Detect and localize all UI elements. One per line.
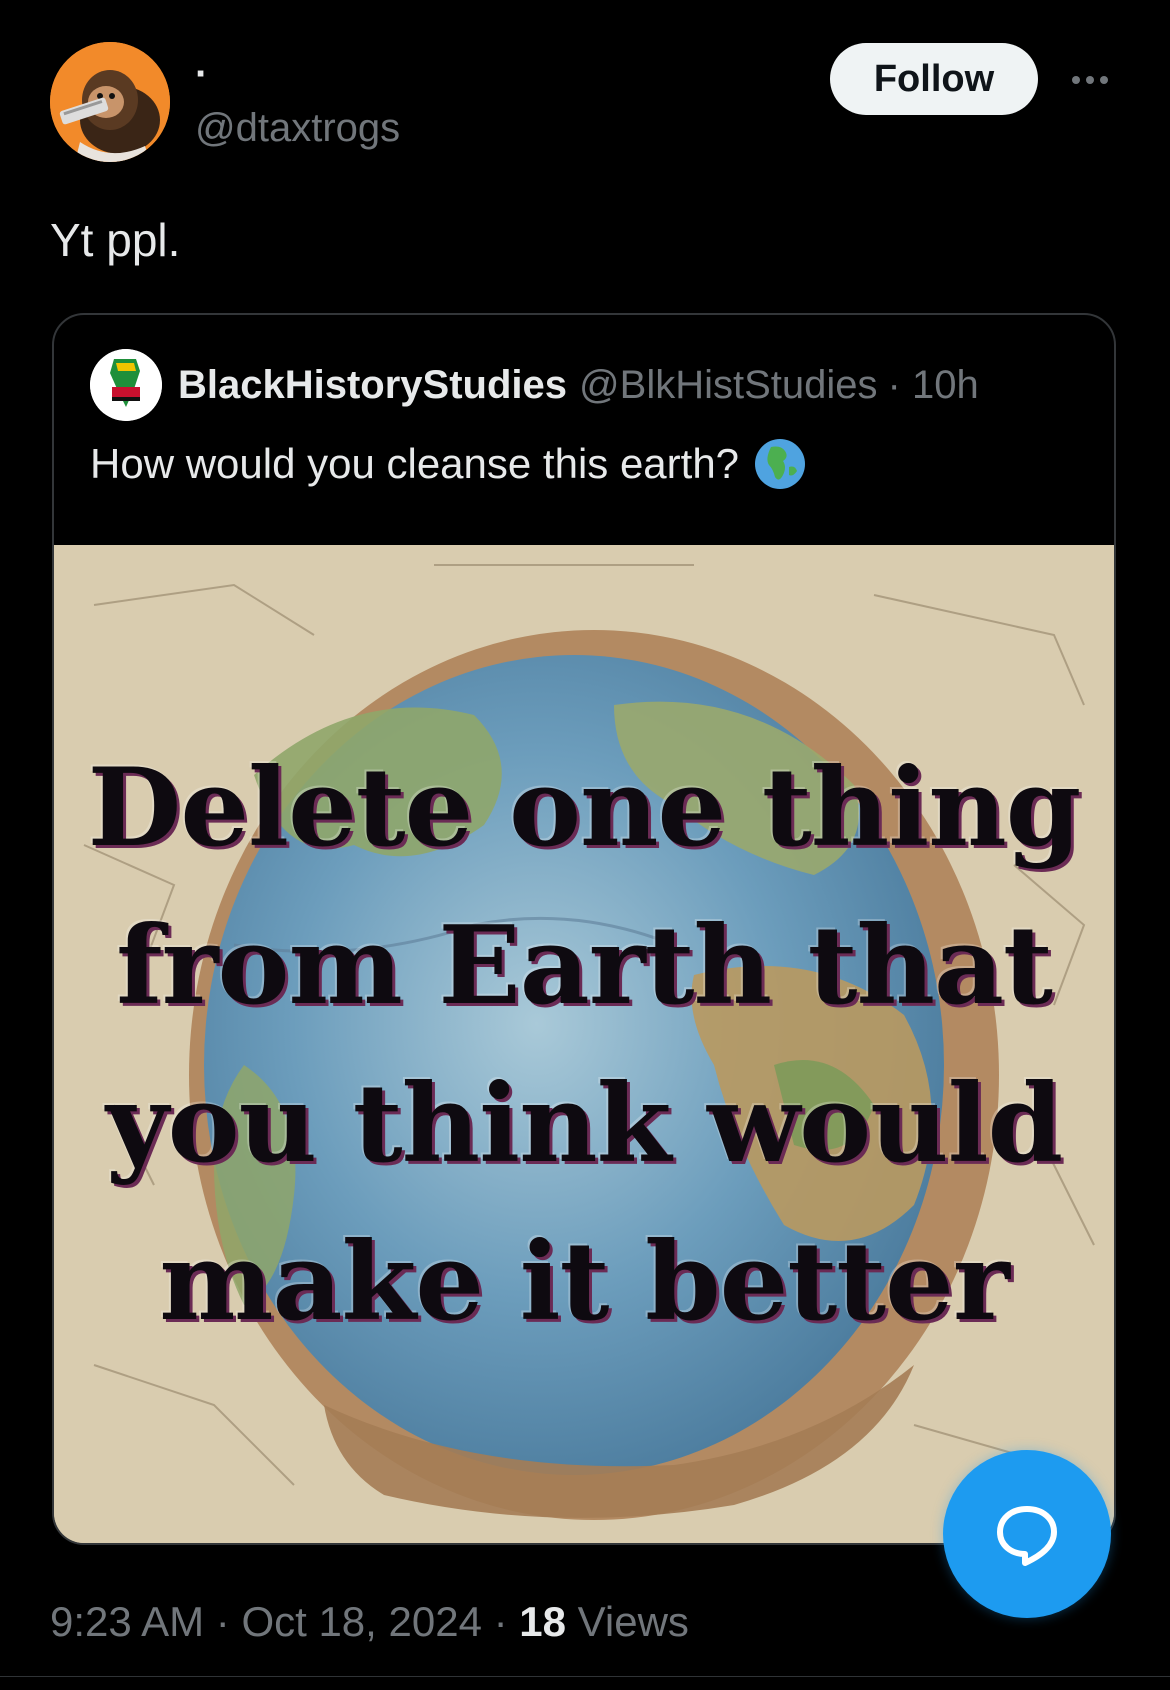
quoted-display-name[interactable]: BlackHistoryStudies [178,363,567,408]
quoted-age: · 10h [887,362,979,407]
tweet-date[interactable]: Oct 18, 2024 [241,1598,482,1645]
dot [1072,76,1080,84]
chat-bubble-icon [997,1506,1057,1566]
quoted-tweet-text-row: How would you cleanse this earth? [90,437,807,491]
tweet-text: Yt ppl. [50,214,181,266]
caveman-avatar-icon [50,42,170,162]
caption-line: Delete one thing [87,745,1082,871]
reply-fab-button[interactable] [943,1450,1111,1618]
views-label: Views [577,1598,689,1645]
divider [0,1676,1170,1677]
tweet-time[interactable]: 9:23 AM [50,1598,204,1645]
views-count: 18 [519,1598,566,1645]
dot [1100,76,1108,84]
caption-line: make it better [159,1219,1010,1345]
more-options-icon[interactable] [1060,60,1120,100]
tweet-meta: 9:23 AM · Oct 18, 2024 · 18 Views [50,1598,689,1646]
separator: · [493,1598,520,1645]
caption-line: you think would [105,1061,1063,1187]
quoted-tweet-header: BlackHistoryStudies @BlkHistStudies · 10… [90,349,979,421]
author-avatar[interactable] [50,42,170,162]
author-handle[interactable]: @dtaxtrogs [195,106,400,151]
quoted-tweet-card[interactable]: BlackHistoryStudies @BlkHistStudies · 10… [52,313,1116,1545]
globe-africa-icon [755,439,806,489]
author-display-name[interactable]: · [195,52,208,97]
quoted-tweet-text: How would you cleanse this earth? [90,440,740,487]
image-caption: Delete one thing from Earth that you thi… [54,545,1114,1543]
caption-line: from Earth that [116,903,1053,1029]
quoted-tweet-image[interactable]: Delete one thing from Earth that you thi… [54,545,1114,1543]
follow-button[interactable]: Follow [830,43,1038,115]
dot [1086,76,1094,84]
quoted-handle[interactable]: @BlkHistStudies [579,363,877,408]
tweet-header: · @dtaxtrogs Follow [0,0,1170,190]
quoted-author-avatar[interactable] [90,349,162,421]
black-history-logo-icon [90,349,162,421]
separator: · [215,1598,242,1645]
